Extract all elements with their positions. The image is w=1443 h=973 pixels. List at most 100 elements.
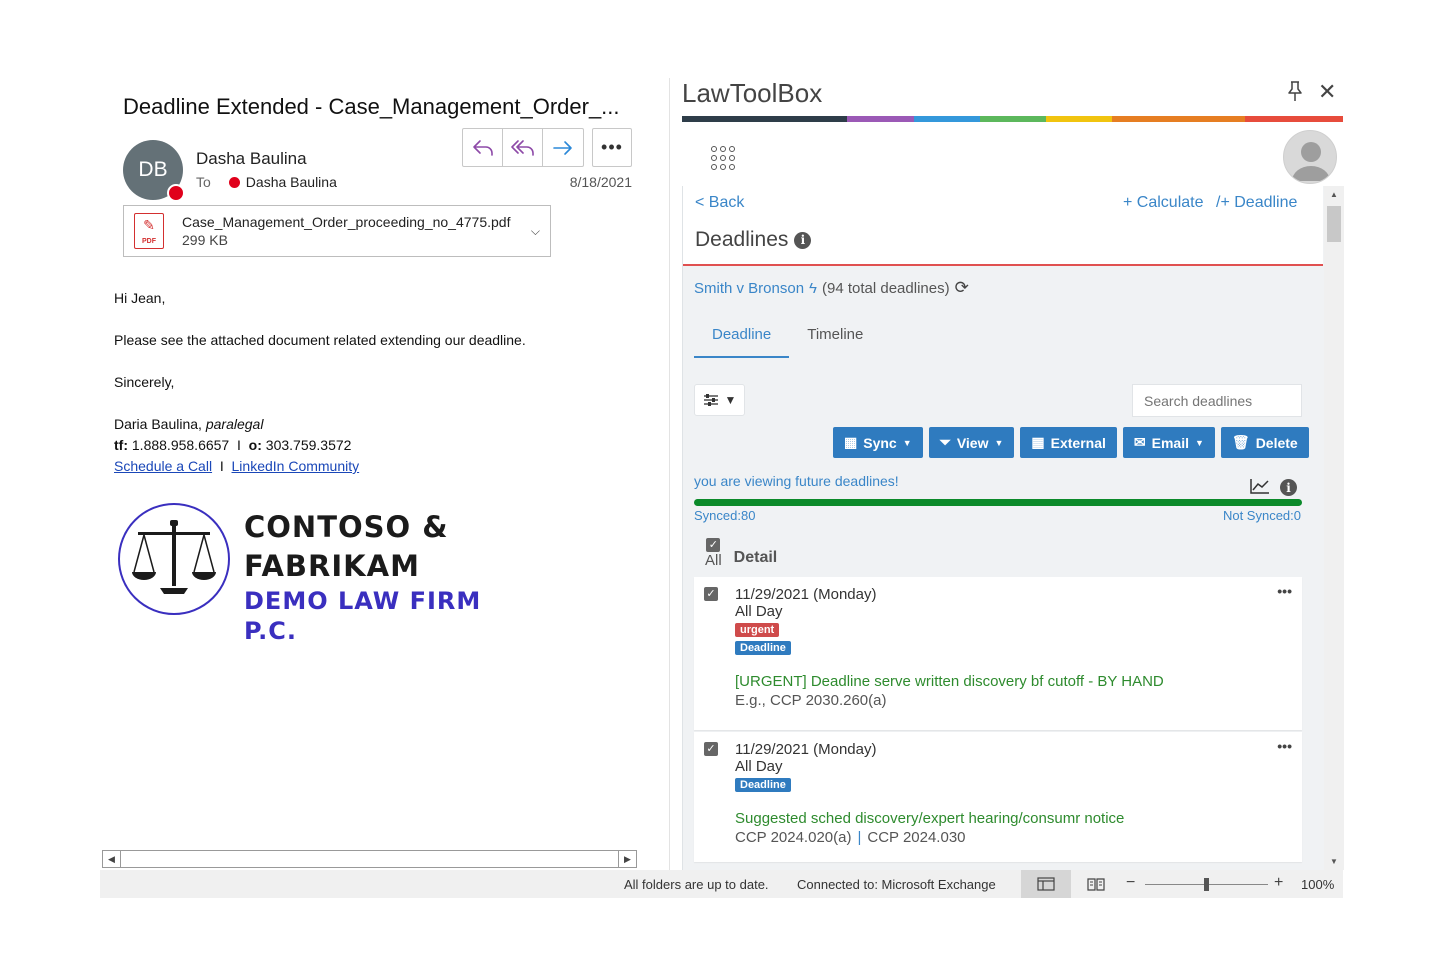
zoom-out-button[interactable]: − <box>1126 874 1135 892</box>
info-icon[interactable]: i <box>794 231 812 249</box>
deadline-card[interactable]: ✓ ••• 11/29/2021 (Monday) All Day urgent… <box>694 577 1302 730</box>
scroll-down-icon[interactable]: ▼ <box>1330 857 1338 866</box>
recipient-line: To Dasha Baulina <box>196 174 337 190</box>
pdf-type-label: PDF <box>142 238 156 245</box>
scroll-up-icon[interactable]: ▲ <box>1330 190 1338 199</box>
status-bar: All folders are up to date. Connected to… <box>100 870 1343 898</box>
panel-title: Deadlines i <box>695 228 812 252</box>
reading-view-button[interactable] <box>1083 870 1109 898</box>
scroll-left-icon[interactable]: ◀ <box>103 851 121 867</box>
card-more-icon[interactable]: ••• <box>1277 583 1292 599</box>
external-button[interactable]: ▦ External <box>1020 427 1117 458</box>
search-deadlines-input[interactable] <box>1132 384 1302 417</box>
rule-a: CCP 2024.020(a) <box>735 829 852 846</box>
chevron-down-icon[interactable]: ⌵ <box>531 224 540 239</box>
email-subject: Deadline Extended - Case_Management_Orde… <box>123 94 620 119</box>
reply-button[interactable] <box>463 129 503 166</box>
forward-button[interactable] <box>543 129 583 166</box>
rule-separator: | <box>857 829 862 846</box>
filter-settings-button[interactable]: ▼ <box>694 384 745 416</box>
phone-separator: I <box>237 437 241 453</box>
tab-deadline[interactable]: Deadline <box>694 326 790 358</box>
view-button[interactable]: ⏷ View ▼ <box>928 427 1015 458</box>
color-segment <box>1112 116 1245 122</box>
user-avatar[interactable] <box>1283 130 1337 184</box>
select-all[interactable]: ✓ All <box>705 538 722 569</box>
logo-line-3: DEMO LAW FIRM P.C. <box>244 587 482 645</box>
email-button[interactable]: ✉ Email ▼ <box>1122 427 1215 458</box>
deadline-date: 11/29/2021 (Monday) <box>735 741 877 758</box>
external-label: External <box>1050 434 1106 451</box>
schedule-call-link[interactable]: Schedule a Call <box>114 458 212 474</box>
deadline-description[interactable]: Suggested sched discovery/expert hearing… <box>735 810 1124 827</box>
zoom-slider-thumb[interactable] <box>1204 878 1209 891</box>
scroll-right-icon[interactable]: ▶ <box>618 851 636 867</box>
brand-color-bar <box>682 116 1343 122</box>
sender-avatar[interactable]: DB <box>123 140 185 202</box>
sync-progress-bar <box>694 499 1302 506</box>
deadline-description[interactable]: [URGENT] Deadline serve written discover… <box>735 673 1164 690</box>
zoom-level[interactable]: 100% <box>1301 877 1334 892</box>
rule-b: CCP 2024.030 <box>867 829 966 846</box>
lightning-icon: ϟ <box>809 279 817 297</box>
deadline-checkbox[interactable]: ✓ <box>704 742 718 756</box>
tab-timeline[interactable]: Timeline <box>789 326 881 358</box>
sync-progress-fill <box>694 499 1302 506</box>
email-date: 8/18/2021 <box>569 174 632 190</box>
vertical-scrollbar[interactable]: ▲ ▼ <box>1324 186 1344 870</box>
recipient-name[interactable]: Dasha Baulina <box>246 174 337 190</box>
pin-icon[interactable] <box>1285 80 1305 102</box>
scales-of-justice-icon <box>118 503 230 615</box>
refresh-icon[interactable]: ⟳ <box>955 278 969 298</box>
normal-view-button[interactable] <box>1021 870 1071 898</box>
action-toolbar: ▦ Sync ▼ ⏷ View ▼ ▦ External ✉ Email ▼ 🗑… <box>833 427 1309 458</box>
envelope-icon: ✉ <box>1133 434 1146 450</box>
reply-all-button[interactable] <box>503 129 543 166</box>
add-deadline-link[interactable]: /+ Deadline <box>1216 194 1297 212</box>
deadline-checkbox[interactable]: ✓ <box>704 587 718 601</box>
sender-name[interactable]: Dasha Baulina <box>196 149 307 169</box>
matter-line: Smith v Bronson ϟ (94 total deadlines) ⟳ <box>694 278 969 298</box>
close-icon[interactable]: ✕ <box>1318 81 1336 103</box>
calculate-link[interactable]: + Calculate <box>1123 194 1204 212</box>
tf-number: 1.888.958.6657 <box>131 437 230 453</box>
sync-label: Sync <box>863 434 897 451</box>
linkedin-link[interactable]: LinkedIn Community <box>232 458 360 474</box>
select-all-checkbox[interactable]: ✓ <box>706 538 721 552</box>
deadline-type-badge: Deadline <box>735 778 791 792</box>
view-tabs: Deadline Timeline <box>694 326 881 358</box>
sync-button[interactable]: ▦ Sync ▼ <box>833 427 923 458</box>
greeting: Hi Jean, <box>114 290 166 306</box>
attachment-card[interactable]: ✎ PDF Case_Management_Order_proceeding_n… <box>123 205 551 257</box>
closing: Sincerely, <box>114 374 175 390</box>
horizontal-scrollbar[interactable]: ◀ ▶ <box>102 850 637 868</box>
deadline-card[interactable]: ✓ ••• 11/29/2021 (Monday) All Day Deadli… <box>694 732 1302 862</box>
more-actions-button[interactable]: ••• <box>592 128 632 167</box>
funnel-icon: ⏷ <box>939 434 951 450</box>
reply-all-icon <box>510 139 534 156</box>
not-synced-count: Not Synced:0 <box>1222 508 1301 523</box>
reply-button-group <box>462 128 584 167</box>
scroll-thumb[interactable] <box>1327 206 1341 242</box>
back-link[interactable]: < Back <box>695 194 744 212</box>
o-label: o: <box>248 437 262 453</box>
delete-button[interactable]: 🗑 Delete <box>1220 427 1309 458</box>
connection-status: Connected to: Microsoft Exchange <box>797 877 996 892</box>
logo-line-1: CONTOSO & <box>244 510 449 544</box>
card-more-icon[interactable]: ••• <box>1277 738 1292 754</box>
email-body: Hi Jean, Please see the attached documen… <box>114 288 526 477</box>
zoom-in-button[interactable]: + <box>1274 874 1283 892</box>
app-launcher-icon[interactable] <box>711 146 735 170</box>
signature-name-line: Daria Baulina, paralegal <box>114 414 526 435</box>
sync-info-icon[interactable]: i <box>1280 479 1297 496</box>
matter-name[interactable]: Smith v Bronson <box>694 280 804 297</box>
deadline-time: All Day <box>735 758 783 775</box>
line-chart-icon[interactable] <box>1250 478 1270 494</box>
trash-icon: 🗑 <box>1231 434 1250 450</box>
folder-status: All folders are up to date. <box>624 877 769 892</box>
deadline-type-badge: Deadline <box>735 641 791 655</box>
pane-divider[interactable] <box>669 78 670 870</box>
deadline-date: 11/29/2021 (Monday) <box>735 586 877 603</box>
email-reading-pane: Deadline Extended - Case_Management_Orde… <box>100 70 670 870</box>
scroll-track[interactable] <box>121 851 618 867</box>
